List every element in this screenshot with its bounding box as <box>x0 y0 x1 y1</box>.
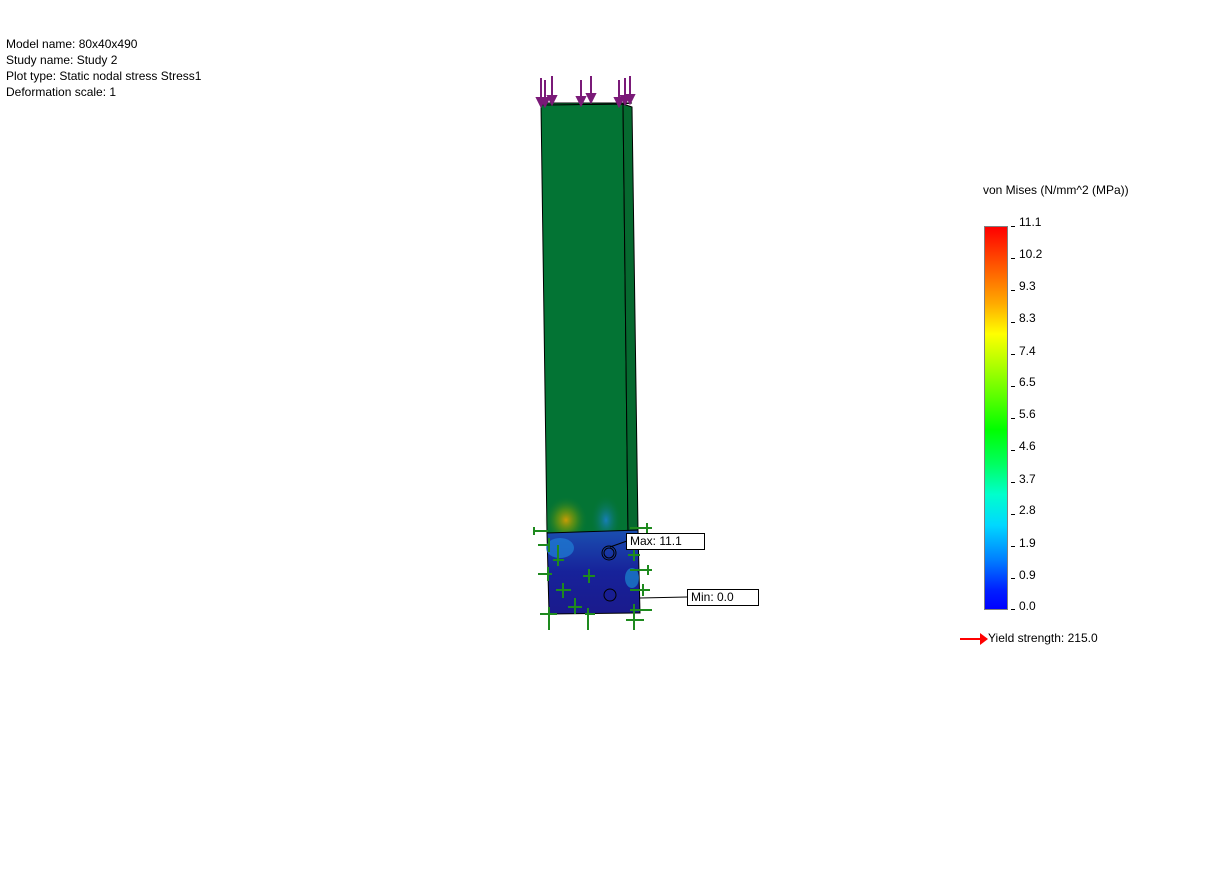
legend-tick-label: 5.6 <box>1019 407 1036 421</box>
legend-tick <box>1011 290 1015 291</box>
model-viewport[interactable] <box>0 0 1231 891</box>
legend-tick-label: 11.1 <box>1019 215 1042 229</box>
yield-strength-marker: Yield strength: 215.0 <box>960 630 1098 646</box>
legend-tick <box>1011 546 1015 547</box>
legend-tick <box>1011 418 1015 419</box>
yield-strength-label: Yield strength: 215.0 <box>988 631 1098 645</box>
legend-tick-label: 0.9 <box>1019 568 1036 582</box>
legend-tick-label: 0.0 <box>1019 599 1036 613</box>
max-callout[interactable]: Max: 11.1 <box>626 533 705 550</box>
legend-tick-label: 3.7 <box>1019 472 1036 486</box>
beam-body <box>540 102 639 546</box>
legend-tick-label: 8.3 <box>1019 311 1036 325</box>
legend-tick-label: 6.5 <box>1019 375 1036 389</box>
legend-tick <box>1011 514 1015 515</box>
legend-tick <box>1011 578 1015 579</box>
legend-tick <box>1011 482 1015 483</box>
legend-tick <box>1011 354 1015 355</box>
yield-arrow-icon <box>960 632 988 645</box>
legend-tick-label: 10.2 <box>1019 247 1043 261</box>
legend-tick <box>1011 386 1015 387</box>
stress-colorbar <box>984 226 1008 610</box>
legend-tick-label: 7.4 <box>1019 344 1036 358</box>
legend-title: von Mises (N/mm^2 (MPa)) <box>983 183 1129 197</box>
min-leader-line <box>639 596 688 599</box>
min-callout[interactable]: Min: 0.0 <box>687 589 759 606</box>
legend-tick <box>1011 258 1015 259</box>
legend-tick-label: 2.8 <box>1019 503 1036 517</box>
legend-tick-label: 9.3 <box>1019 279 1036 293</box>
legend-tick <box>1011 322 1015 323</box>
legend-tick <box>1011 450 1015 451</box>
legend-tick-label: 4.6 <box>1019 439 1036 453</box>
legend-tick-label: 1.9 <box>1019 536 1036 550</box>
legend-tick <box>1011 226 1015 227</box>
load-arrows <box>535 76 636 109</box>
legend-tick <box>1011 609 1015 610</box>
